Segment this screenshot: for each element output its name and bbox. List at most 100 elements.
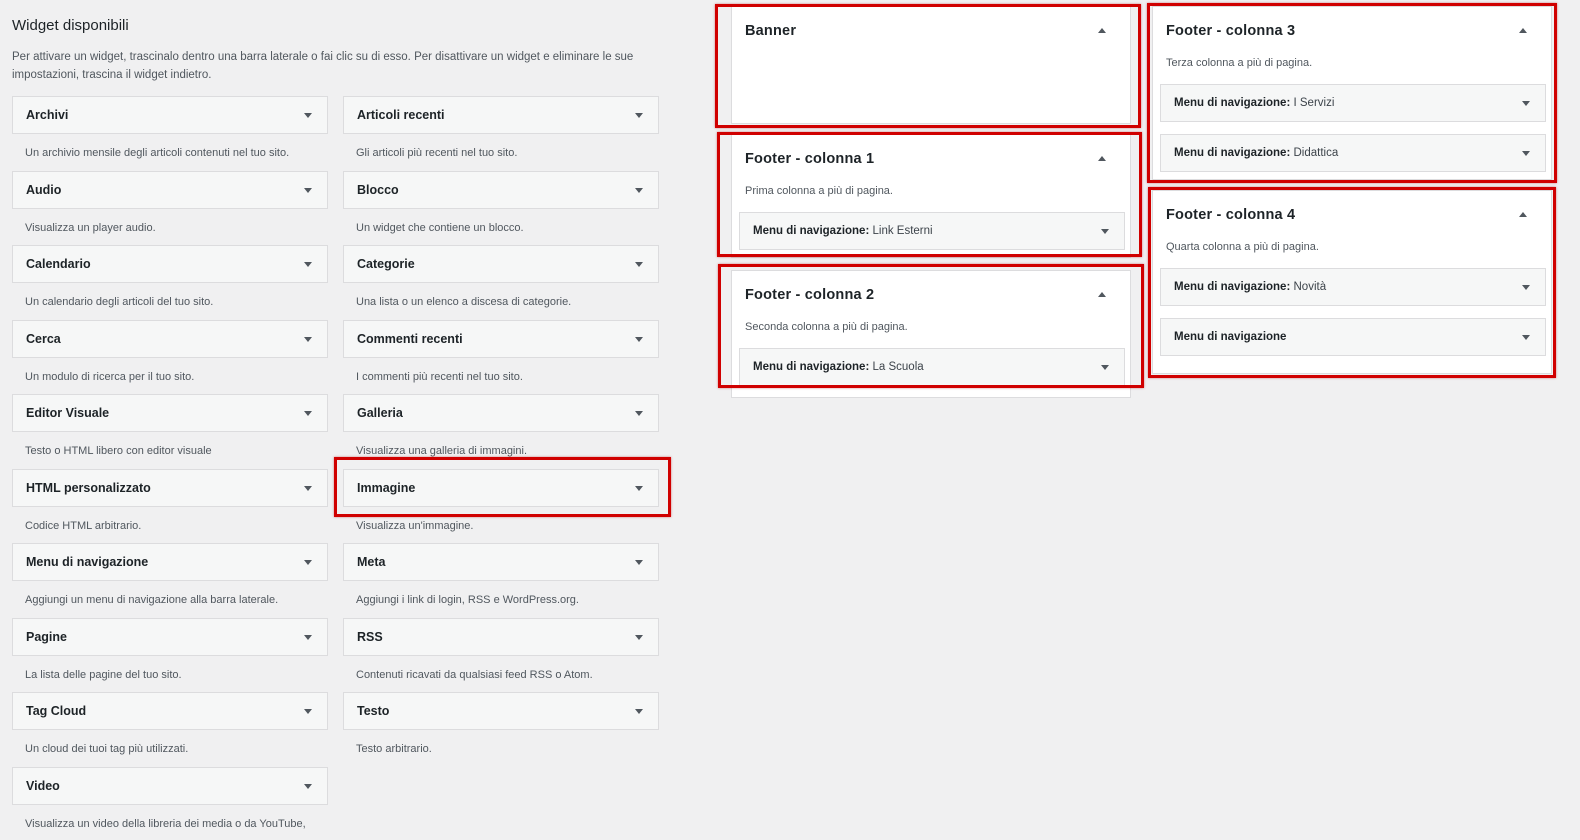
widget-description: Visualizza un video della libreria dei m… [25, 818, 306, 830]
widget-pagine[interactable]: Pagine [12, 618, 328, 656]
triangle-down-icon[interactable] [304, 560, 312, 565]
triangle-up-icon[interactable] [1098, 28, 1106, 33]
triangle-down-icon[interactable] [635, 560, 643, 565]
triangle-down-icon[interactable] [304, 635, 312, 640]
available-widgets-description: Per attivare un widget, trascinalo dentr… [12, 51, 634, 81]
area-description: Seconda colonna a più di pagina. [745, 321, 908, 333]
nav-menu-label: Menu di navigazione: [1174, 281, 1291, 293]
widget-description: Un cloud dei tuoi tag più utilizzati. [25, 743, 189, 755]
triangle-down-icon[interactable] [635, 709, 643, 714]
triangle-down-icon[interactable] [635, 635, 643, 640]
widget-area-footer-colonna-4[interactable]: Footer - colonna 4 Quarta colonna a più … [1152, 190, 1552, 374]
triangle-up-icon[interactable] [1098, 156, 1106, 161]
widget-menu-di-navigazione[interactable]: Menu di navigazione [12, 543, 328, 581]
widget-area-footer-colonna-1[interactable]: Footer - colonna 1 Prima colonna a più d… [731, 134, 1131, 258]
nav-menu-value: Link Esterni [872, 225, 933, 237]
widget-description: Testo arbitrario. [356, 743, 432, 755]
triangle-down-icon[interactable] [635, 411, 643, 416]
widget-galleria[interactable]: Galleria [343, 394, 659, 432]
area-description: Quarta colonna a più di pagina. [1166, 241, 1319, 253]
triangle-down-icon[interactable] [1101, 365, 1109, 370]
widget-testo[interactable]: Testo [343, 692, 659, 730]
nav-menu-value: Didattica [1293, 147, 1339, 159]
widget-archivi[interactable]: Archivi [12, 96, 328, 134]
widget-title: Tag Cloud [26, 704, 87, 718]
triangle-down-icon[interactable] [1101, 229, 1109, 234]
widget-articoli-recenti[interactable]: Articoli recenti [343, 96, 659, 134]
nav-menu-label: Menu di navigazione: [753, 361, 870, 373]
widget-video[interactable]: Video [12, 767, 328, 805]
triangle-up-icon[interactable] [1519, 212, 1527, 217]
triangle-up-icon[interactable] [1098, 292, 1106, 297]
triangle-down-icon[interactable] [635, 188, 643, 193]
widget-description: Un modulo di ricerca per il tuo sito. [25, 371, 195, 383]
widget-commenti-recenti[interactable]: Commenti recenti [343, 320, 659, 358]
widget-title: Audio [26, 183, 62, 197]
widget-calendario[interactable]: Calendario [12, 245, 328, 283]
area-title: Banner [745, 23, 797, 39]
widget-tag-cloud[interactable]: Tag Cloud [12, 692, 328, 730]
triangle-up-icon[interactable] [1519, 28, 1527, 33]
widget-description: Visualizza un player audio. [25, 222, 156, 234]
area-description: Terza colonna a più di pagina. [1166, 57, 1313, 69]
widget-title: Testo [357, 704, 390, 718]
triangle-down-icon[interactable] [304, 337, 312, 342]
triangle-down-icon[interactable] [304, 411, 312, 416]
triangle-down-icon[interactable] [304, 486, 312, 491]
widget-title: Blocco [357, 183, 399, 197]
triangle-down-icon[interactable] [635, 486, 643, 491]
nav-menu-widget[interactable]: Menu di navigazione: Didattica [1160, 134, 1546, 172]
widget-area-footer-colonna-2[interactable]: Footer - colonna 2 Seconda colonna a più… [731, 270, 1131, 398]
triangle-down-icon[interactable] [304, 188, 312, 193]
widget-cerca[interactable]: Cerca [12, 320, 328, 358]
widget-meta[interactable]: Meta [343, 543, 659, 581]
widget-area-footer-colonna-3[interactable]: Footer - colonna 3 Terza colonna a più d… [1152, 6, 1552, 180]
area-title: Footer - colonna 1 [745, 151, 875, 167]
widget-description: Un calendario degli articoli del tuo sit… [25, 296, 214, 308]
widget-area-banner[interactable]: Banner [731, 6, 1131, 124]
widget-description: Codice HTML arbitrario. [25, 520, 142, 532]
nav-menu-widget[interactable]: Menu di navigazione [1160, 318, 1546, 356]
area-title: Footer - colonna 4 [1166, 207, 1296, 223]
triangle-down-icon[interactable] [635, 113, 643, 118]
triangle-down-icon[interactable] [635, 262, 643, 267]
widget-description: Un widget che contiene un blocco. [356, 222, 524, 234]
widget-audio[interactable]: Audio [12, 171, 328, 209]
area-title: Footer - colonna 3 [1166, 23, 1296, 39]
triangle-down-icon[interactable] [304, 709, 312, 714]
nav-menu-value: Novità [1293, 281, 1327, 293]
triangle-down-icon[interactable] [1522, 151, 1530, 156]
widget-categorie[interactable]: Categorie [343, 245, 659, 283]
widget-title: Cerca [26, 332, 61, 346]
triangle-down-icon[interactable] [1522, 101, 1530, 106]
triangle-down-icon[interactable] [304, 262, 312, 267]
widget-title: Calendario [26, 257, 91, 271]
triangle-down-icon[interactable] [304, 113, 312, 118]
widget-title: Editor Visuale [26, 406, 110, 420]
widget-rss[interactable]: RSS [343, 618, 659, 656]
widget-immagine[interactable]: Immagine [343, 469, 659, 507]
widget-blocco[interactable]: Blocco [343, 171, 659, 209]
widget-title: Video [26, 779, 60, 793]
nav-menu-label: Menu di navigazione [1174, 331, 1287, 343]
widget-editor-visuale[interactable]: Editor Visuale [12, 394, 328, 432]
triangle-down-icon[interactable] [1522, 285, 1530, 290]
nav-menu-widget[interactable]: Menu di navigazione: I Servizi [1160, 84, 1546, 122]
triangle-down-icon[interactable] [1522, 335, 1530, 340]
area-description: Prima colonna a più di pagina. [745, 185, 893, 197]
widget-title: Meta [357, 555, 386, 569]
widget-title: Commenti recenti [357, 332, 463, 346]
nav-menu-widget[interactable]: Menu di navigazione: Link Esterni [739, 212, 1125, 250]
nav-menu-widget[interactable]: Menu di navigazione: Novità [1160, 268, 1546, 306]
widget-title: RSS [357, 630, 383, 644]
nav-menu-widget[interactable]: Menu di navigazione: La Scuola [739, 348, 1125, 386]
widget-description: Gli articoli più recenti nel tuo sito. [356, 147, 518, 159]
triangle-down-icon[interactable] [635, 337, 643, 342]
widget-title: Pagine [26, 630, 67, 644]
widget-description: Aggiungi i link di login, RSS e WordPres… [356, 594, 579, 606]
widget-description: Visualizza una galleria di immagini. [356, 445, 527, 457]
widget-description: I commenti più recenti nel tuo sito. [356, 371, 523, 383]
widget-title: Categorie [357, 257, 415, 271]
widget-html-personalizzato[interactable]: HTML personalizzato [12, 469, 328, 507]
triangle-down-icon[interactable] [304, 784, 312, 789]
